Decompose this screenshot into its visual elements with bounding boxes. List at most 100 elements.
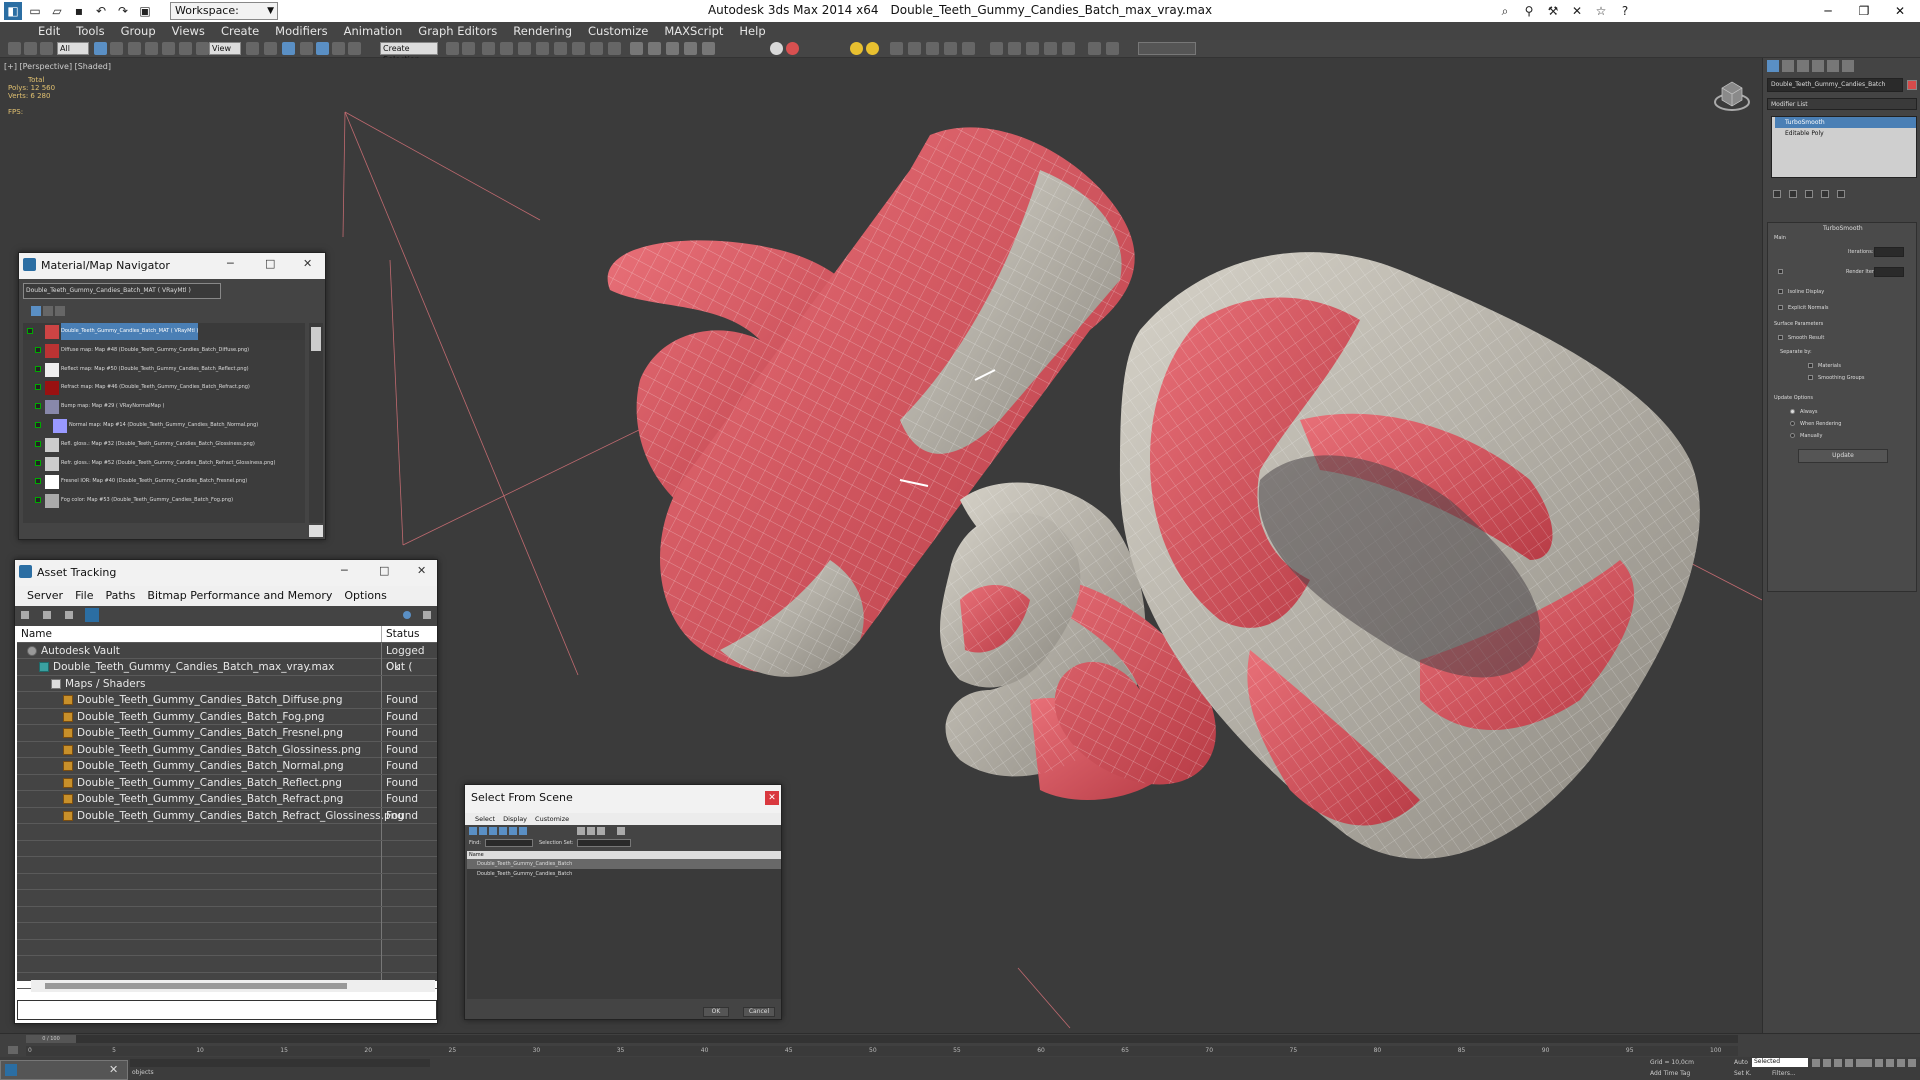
workspace-dropdown[interactable]: Workspace: Default▼ <box>170 2 278 33</box>
mirror-icon[interactable] <box>446 42 459 55</box>
modifier-list-dropdown[interactable]: Modifier List <box>1767 98 1917 110</box>
table-row[interactable]: Double_Teeth_Gummy_Candies_Batch_Refract… <box>17 791 437 808</box>
view-icons-icon[interactable] <box>43 306 53 316</box>
unlink-icon[interactable] <box>24 42 37 55</box>
tool-icon[interactable] <box>990 42 1003 55</box>
select-none-icon[interactable] <box>587 827 595 835</box>
table-row[interactable]: Double_Teeth_Gummy_Candies_Batch_Diffuse… <box>17 692 437 709</box>
smoothing-groups-checkbox[interactable] <box>1808 375 1813 380</box>
communication-icon[interactable]: ✕ <box>1568 2 1586 20</box>
mmn-scrollbar[interactable] <box>309 323 323 523</box>
map-tree-item[interactable]: Reflect map: Map #50 (Double_Teeth_Gummy… <box>23 361 305 378</box>
render-iters-checkbox[interactable] <box>1778 269 1783 274</box>
manually-radio[interactable] <box>1790 433 1795 438</box>
search-icon[interactable]: ⌕ <box>1496 2 1514 20</box>
explicit-normals-checkbox[interactable] <box>1778 305 1783 310</box>
tool-icon[interactable] <box>1062 42 1075 55</box>
at-title-bar[interactable]: Asset Tracking ─ □ ✕ <box>15 560 437 586</box>
isoline-checkbox[interactable] <box>1778 289 1783 294</box>
help-icon[interactable]: ? <box>1616 2 1634 20</box>
render-icon[interactable] <box>608 42 621 55</box>
align-icon[interactable] <box>462 42 475 55</box>
spinner-snap-icon[interactable] <box>348 42 361 55</box>
vray-light-icon[interactable] <box>666 42 679 55</box>
favorites-icon[interactable]: ☆ <box>1592 2 1610 20</box>
close-icon[interactable]: ✕ <box>1882 0 1918 22</box>
bind-spacewarp-icon[interactable] <box>40 42 53 55</box>
when-rendering-radio[interactable] <box>1790 421 1795 426</box>
undo-icon[interactable]: ↶ <box>92 2 110 20</box>
orbit-icon[interactable] <box>1897 1059 1905 1067</box>
play-icon[interactable] <box>1834 1059 1842 1067</box>
menu-tools[interactable]: Tools <box>68 22 112 40</box>
tool-icon[interactable] <box>1106 42 1119 55</box>
pin-stack-icon[interactable] <box>1773 190 1781 198</box>
menu-edit[interactable]: Edit <box>30 22 68 40</box>
render-iters-spinner[interactable] <box>1874 267 1904 277</box>
tool-icon[interactable] <box>962 42 975 55</box>
map-tree-item[interactable]: Refr. gloss.: Map #52 (Double_Teeth_Gumm… <box>23 455 305 472</box>
select-all-icon[interactable] <box>577 827 585 835</box>
object-color-swatch[interactable] <box>1907 80 1917 90</box>
hierarchy-tab-icon[interactable] <box>1797 60 1809 72</box>
select-by-name-icon[interactable] <box>110 42 123 55</box>
minimize-icon[interactable]: ─ <box>341 564 348 577</box>
select-link-icon[interactable] <box>8 42 21 55</box>
new-file-icon[interactable]: ▭ <box>26 2 44 20</box>
restore-icon[interactable]: ❐ <box>1846 0 1882 22</box>
menu-modifiers[interactable]: Modifiers <box>267 22 336 40</box>
render-setup-icon[interactable] <box>572 42 585 55</box>
minimized-window-tab[interactable]: ✕ <box>0 1060 128 1080</box>
at-path-field[interactable] <box>17 1000 437 1020</box>
app-menu-icon[interactable]: ◧ <box>4 2 22 20</box>
time-slider[interactable]: 0 / 100 <box>26 1035 1738 1043</box>
filter-shapes-icon[interactable] <box>479 827 487 835</box>
show-map-checkbox[interactable] <box>35 384 41 391</box>
table-row[interactable]: Double_Teeth_Gummy_Candies_Batch_Fog.png… <box>17 708 437 725</box>
tool-icon[interactable] <box>1008 42 1021 55</box>
menu-views[interactable]: Views <box>164 22 213 40</box>
motion-tab-icon[interactable] <box>1812 60 1824 72</box>
auto-key-button[interactable]: Auto <box>1734 1059 1748 1066</box>
at-menu-bitmap-performance[interactable]: Bitmap Performance and Memory <box>141 586 338 606</box>
column-header-status[interactable]: Status <box>381 626 437 642</box>
scale-icon[interactable] <box>196 42 209 55</box>
pivot-icon[interactable] <box>246 42 259 55</box>
viewcube-icon[interactable] <box>1713 76 1751 114</box>
map-tree-item[interactable]: Normal map: Map #14 (Double_Teeth_Gummy_… <box>23 417 305 434</box>
ref-coord-dropdown[interactable]: View <box>209 42 241 55</box>
menu-help[interactable]: Help <box>731 22 773 40</box>
show-end-result-icon[interactable] <box>1789 190 1797 198</box>
map-tree-item[interactable]: Refract map: Map #46 (Double_Teeth_Gummy… <box>23 379 305 396</box>
refresh-icon[interactable] <box>21 611 29 619</box>
toolbar-dropdown[interactable] <box>1138 42 1196 55</box>
help-icon[interactable] <box>403 611 411 619</box>
move-icon[interactable] <box>162 42 175 55</box>
menu-graph-editors[interactable]: Graph Editors <box>410 22 505 40</box>
at-horizontal-scrollbar[interactable] <box>31 980 435 992</box>
display-tab-icon[interactable] <box>1827 60 1839 72</box>
table-row[interactable]: Double_Teeth_Gummy_Candies_Batch_Normal.… <box>17 758 437 775</box>
map-tree-item[interactable]: Fresnel IOR: Map #40 (Double_Teeth_Gummy… <box>23 473 305 490</box>
utilities-tab-icon[interactable] <box>1842 60 1854 72</box>
vray-dome-icon[interactable] <box>866 42 879 55</box>
list-item[interactable]: Double_Teeth_Gummy_Candies_Batch <box>467 869 781 879</box>
mini-curve-icon[interactable] <box>8 1046 18 1054</box>
vray-plane-icon[interactable] <box>786 42 799 55</box>
subscription-icon[interactable]: ⚒ <box>1544 2 1562 20</box>
at-menu-file[interactable]: File <box>69 586 99 606</box>
list-header[interactable]: Name <box>467 851 781 859</box>
close-icon[interactable]: ✕ <box>109 1063 118 1076</box>
map-tree-item[interactable]: Diffuse map: Map #48 (Double_Teeth_Gummy… <box>23 342 305 359</box>
percent-snap-icon[interactable] <box>332 42 345 55</box>
vray-toolbar-icon[interactable] <box>630 42 643 55</box>
filter-lights-icon[interactable] <box>489 827 497 835</box>
table-row[interactable]: Double_Teeth_Gummy_Candies_Batch_Glossin… <box>17 741 437 758</box>
vray-frame-buffer-icon[interactable] <box>648 42 661 55</box>
column-header-name[interactable]: Name <box>21 626 52 642</box>
menu-maxscript[interactable]: MAXScript <box>656 22 731 40</box>
modifier-stack[interactable]: TurboSmooth Editable Poly <box>1771 116 1917 178</box>
cancel-button[interactable]: Cancel <box>743 1007 775 1017</box>
selection-filter-dropdown[interactable]: All <box>57 42 89 55</box>
set-key-button[interactable]: Set K. <box>1734 1070 1752 1077</box>
